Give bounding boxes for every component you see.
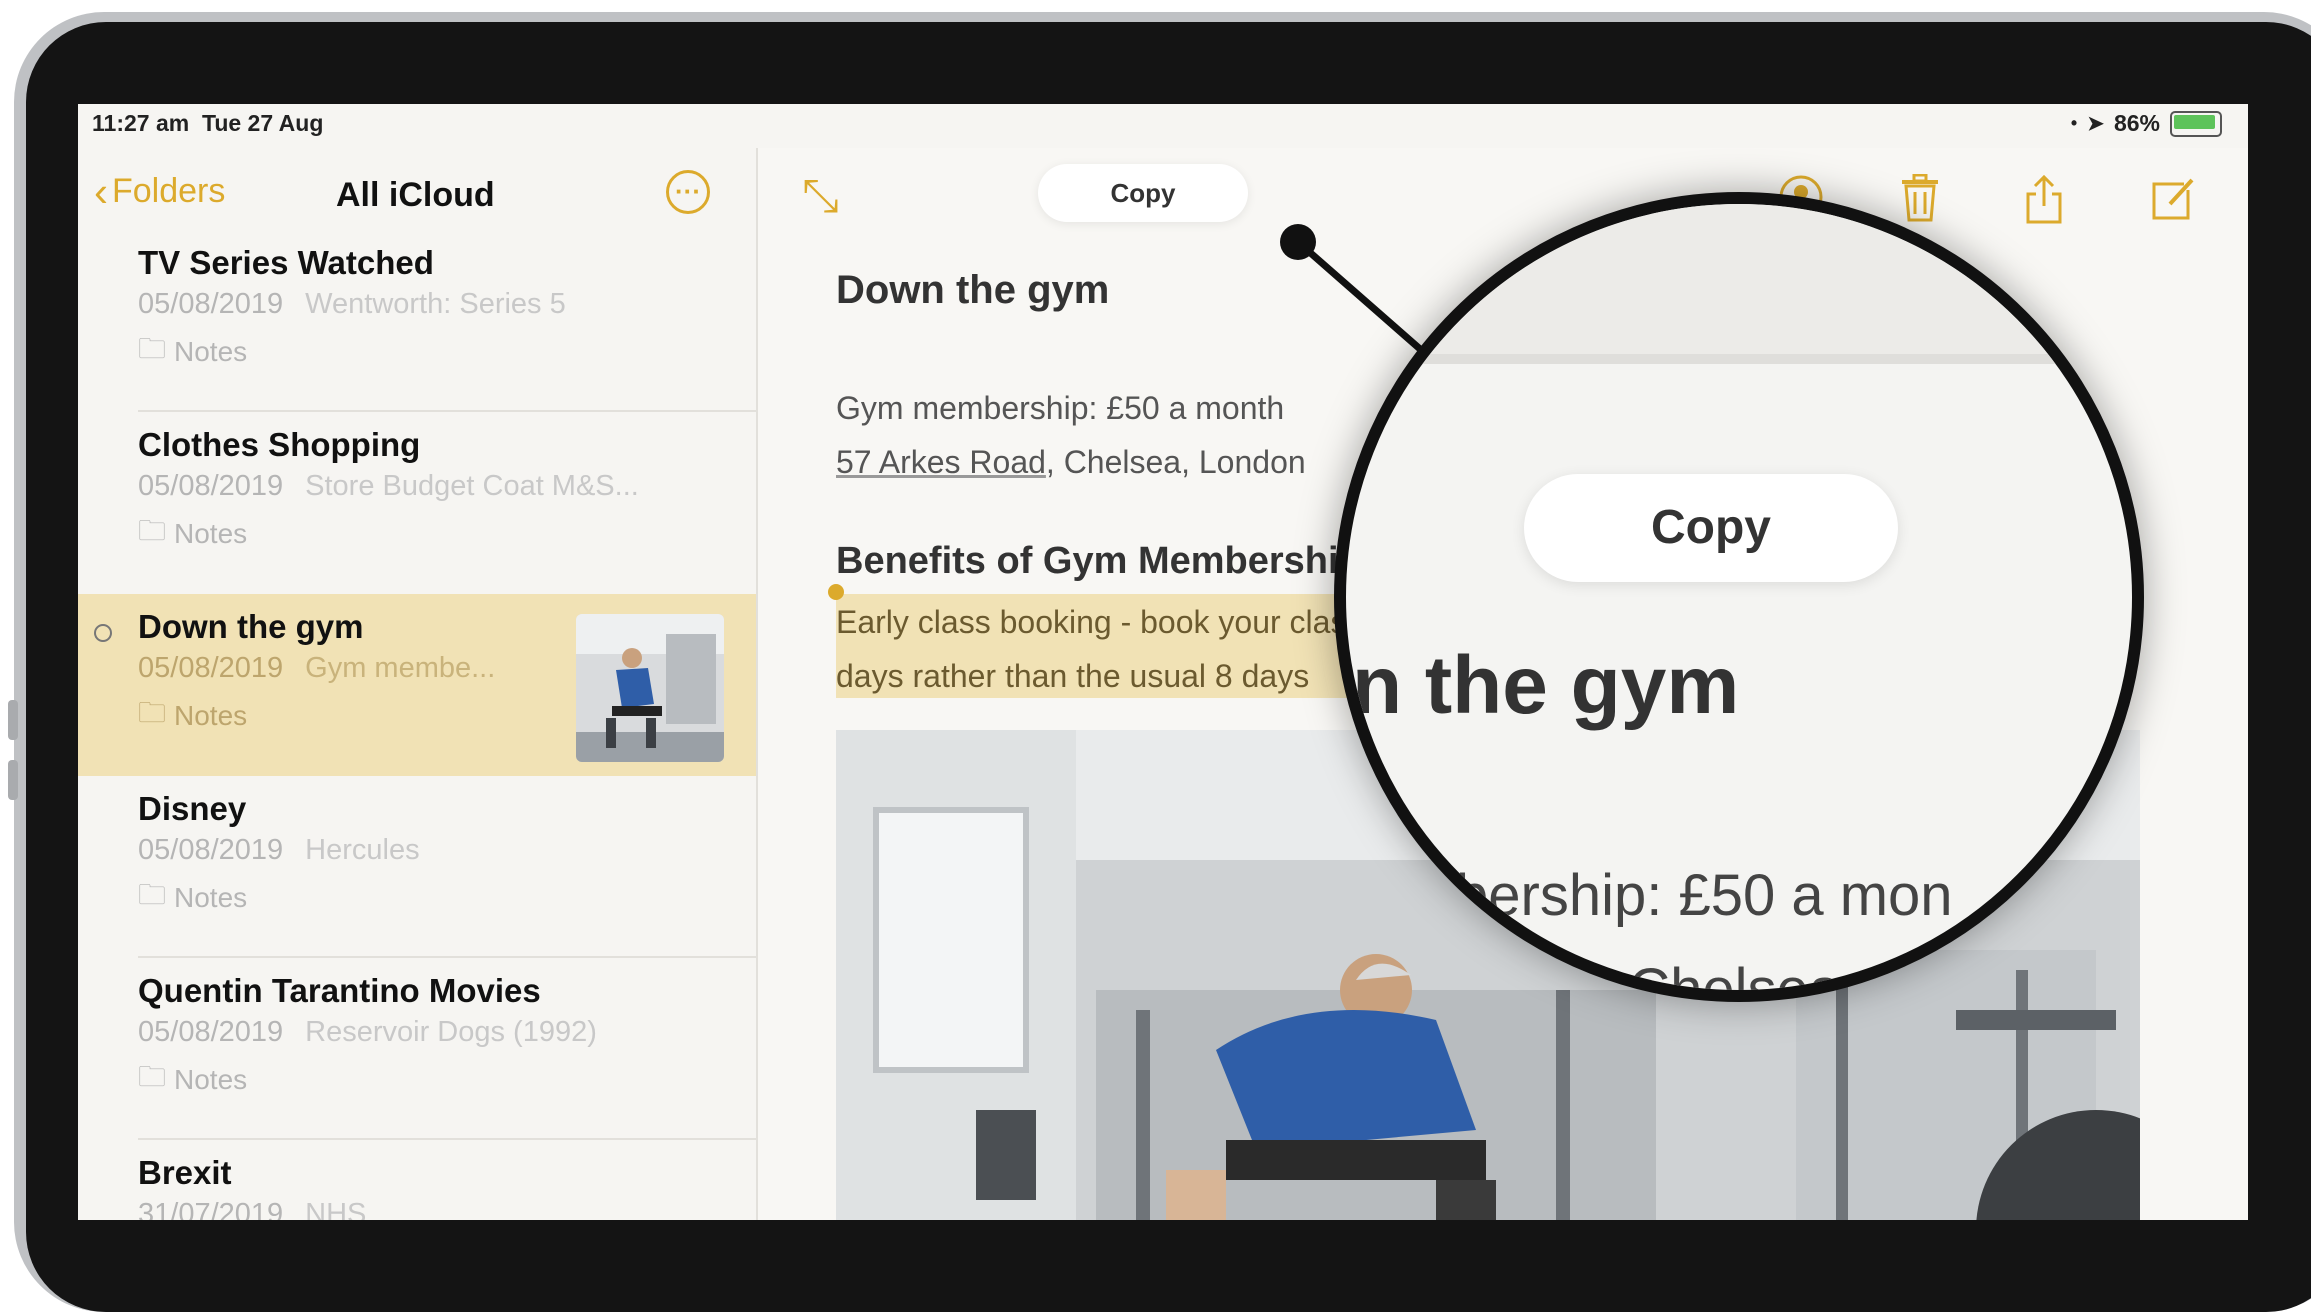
- note-meta: 05/08/2019 Reservoir Dogs (1992): [138, 1016, 597, 1049]
- note-preview: NHS: [305, 1198, 367, 1220]
- note-folder: 🗀 Notes: [138, 510, 247, 558]
- folder-icon: 🗀: [138, 515, 167, 546]
- folder-label: Notes: [174, 700, 248, 731]
- battery-percent: 86%: [2113, 110, 2160, 136]
- chevron-left-icon: ‹: [94, 167, 108, 215]
- wifi-icon: •: [2070, 113, 2078, 133]
- note-address-line[interactable]: 57 Arkes Road, Chelsea, London: [836, 444, 1306, 481]
- address-link[interactable]: 57 Arkes Road: [836, 444, 1046, 480]
- location-icon: ➤: [2087, 113, 2104, 135]
- compose-icon[interactable]: [2148, 174, 2196, 227]
- side-button: [8, 700, 18, 740]
- ellipsis-circle-icon[interactable]: ···: [666, 170, 710, 214]
- folder-icon: 🗀: [138, 879, 167, 910]
- note-preview: Gym membe...: [305, 652, 496, 684]
- magnifier-callout: Copy n the gym bership: £50 a mon , Chel…: [1334, 192, 2144, 1002]
- note-item-selected[interactable]: Down the gym 05/08/2019 Gym membe... 🗀 Not…: [78, 594, 756, 776]
- magnified-title: n the gym: [1352, 640, 1740, 731]
- folder-icon: 🗀: [138, 333, 167, 364]
- status-time: 11:27 am Tue 27 Aug: [92, 110, 323, 137]
- note-item[interactable]: Quentin Tarantino Movies 05/08/2019 Reser…: [78, 958, 756, 1140]
- selection-handle[interactable]: [828, 584, 844, 600]
- folder-label: Notes: [174, 882, 248, 913]
- gym-photo-thumbnail: [576, 614, 724, 762]
- ipad-device: 11:27 am Tue 27 Aug • ➤ 86% ‹ Folders Al…: [0, 0, 2311, 1312]
- time-text: 11:27 am: [92, 110, 190, 136]
- battery-icon: [2170, 110, 2222, 137]
- status-bar: 11:27 am Tue 27 Aug • ➤ 86%: [78, 104, 2248, 148]
- note-preview: Store Budget Coat M&S...: [305, 470, 639, 502]
- back-button[interactable]: ‹ Folders: [94, 167, 226, 215]
- note-item[interactable]: TV Series Watched 05/08/2019 Wentworth: S…: [78, 230, 756, 412]
- magnified-text: bership: £50 a mon: [1456, 863, 1953, 928]
- lock-icon: [94, 624, 112, 642]
- address-rest: , Chelsea, London: [1045, 444, 1306, 480]
- notes-sidebar: ‹ Folders All iCloud ··· TV Series Watch…: [78, 148, 758, 1220]
- note-meta: 05/08/2019 Hercules: [138, 834, 420, 867]
- copy-button[interactable]: Copy: [1038, 164, 1248, 222]
- magnified-toolbar: [1346, 204, 2132, 354]
- folder-icon: 🗀: [138, 1061, 167, 1092]
- expand-icon[interactable]: ⤡: [802, 168, 839, 224]
- note-title: Disney: [138, 790, 247, 827]
- note-title: Quentin Tarantino Movies: [138, 972, 541, 1009]
- note-title: Down the gym: [138, 608, 364, 645]
- note-item[interactable]: Disney 05/08/2019 Hercules 🗀 Notes: [78, 776, 756, 958]
- note-folder: 🗀 Notes: [138, 328, 247, 376]
- note-item[interactable]: Brexit 31/07/2019 NHS: [78, 1140, 756, 1220]
- note-folder: 🗀 Notes: [138, 874, 247, 922]
- selected-text-line[interactable]: days rather than the usual 8 days: [836, 658, 1309, 695]
- note-preview: Hercules: [305, 834, 420, 866]
- folder-label: Notes: [174, 518, 248, 549]
- note-date: 05/08/2019: [138, 1016, 284, 1048]
- sidebar-title: All iCloud: [336, 176, 495, 214]
- note-title: Brexit: [138, 1154, 232, 1191]
- note-preview: Wentworth: Series 5: [305, 288, 566, 320]
- battery-fill: [2174, 114, 2216, 129]
- back-label: Folders: [112, 172, 226, 210]
- note-item[interactable]: Clothes Shopping 05/08/2019 Store Budget …: [78, 412, 756, 594]
- note-thumbnail: [576, 614, 724, 762]
- note-date: 05/08/2019: [138, 470, 284, 502]
- note-meta: 05/08/2019 Gym membe...: [138, 652, 495, 685]
- side-button: [8, 760, 18, 800]
- note-date: 31/07/2019: [138, 1198, 284, 1220]
- status-right: • ➤ 86%: [2071, 110, 2222, 137]
- folder-icon: 🗀: [138, 697, 167, 728]
- note-date: 05/08/2019: [138, 288, 284, 320]
- note-meta: 05/08/2019 Wentworth: Series 5: [138, 288, 566, 321]
- note-folder: 🗀 Notes: [138, 692, 247, 740]
- date-text: Tue 27 Aug: [201, 110, 324, 136]
- note-meta: 05/08/2019 Store Budget Coat M&S...: [138, 470, 639, 503]
- note-preview: Reservoir Dogs (1992): [305, 1016, 597, 1048]
- note-folder: 🗀 Notes: [138, 1056, 247, 1104]
- note-title: Clothes Shopping: [138, 426, 421, 463]
- note-date: 05/08/2019: [138, 652, 284, 684]
- note-title: TV Series Watched: [138, 244, 434, 281]
- note-subheading[interactable]: Benefits of Gym Membership: [836, 540, 1362, 583]
- magnified-copy-button: Copy: [1524, 474, 1898, 582]
- folder-label: Notes: [174, 1064, 248, 1095]
- note-heading[interactable]: Down the gym: [836, 268, 1109, 313]
- magnified-divider: [1346, 354, 2132, 364]
- note-text-line[interactable]: Gym membership: £50 a month: [836, 390, 1284, 427]
- note-meta: 31/07/2019 NHS: [138, 1198, 366, 1220]
- folder-label: Notes: [174, 336, 248, 367]
- note-date: 05/08/2019: [138, 834, 284, 866]
